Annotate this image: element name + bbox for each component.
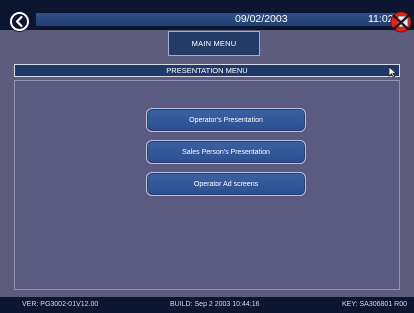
close-button[interactable] xyxy=(390,11,412,33)
back-button[interactable] xyxy=(9,11,30,32)
top-bar: 09/02/2003 11:02 xyxy=(0,0,414,33)
top-bar-strip xyxy=(36,13,404,26)
close-x-icon xyxy=(390,11,412,33)
sales-persons-presentation-button[interactable]: Sales Person's Presentation xyxy=(146,140,306,164)
back-arrow-icon xyxy=(12,14,27,29)
operator-ad-screens-button[interactable]: Operator Ad screens xyxy=(146,172,306,196)
main-menu-button[interactable]: MAIN MENU xyxy=(168,31,260,56)
app-screen: 09/02/2003 11:02 MAIN MENU PRESENTATION … xyxy=(0,0,414,313)
version-text: VER: PG3002-01V12.00 xyxy=(22,301,99,308)
operators-presentation-button[interactable]: Operator's Presentation xyxy=(146,108,306,132)
content-panel: Operator's Presentation Sales Person's P… xyxy=(14,80,400,290)
key-text: KEY: SA306801 R00 xyxy=(342,301,407,308)
build-text: BUILD: Sep 2 2003 10:44:16 xyxy=(170,301,260,308)
mouse-cursor-icon xyxy=(388,65,398,78)
date-display: 09/02/2003 xyxy=(235,13,288,25)
page-title: PRESENTATION MENU xyxy=(14,64,400,77)
status-bar: VER: PG3002-01V12.00 BUILD: Sep 2 2003 1… xyxy=(0,297,414,313)
